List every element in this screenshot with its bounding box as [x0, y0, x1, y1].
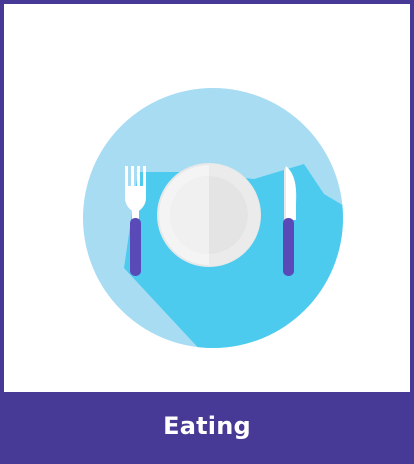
eating-card[interactable]: Eating	[0, 0, 414, 464]
card-label: Eating	[163, 412, 251, 440]
plate-icon	[157, 163, 261, 267]
card-label-bar: Eating	[4, 392, 410, 460]
eating-illustration	[4, 4, 410, 394]
fork-plate-knife-icon	[83, 88, 343, 348]
